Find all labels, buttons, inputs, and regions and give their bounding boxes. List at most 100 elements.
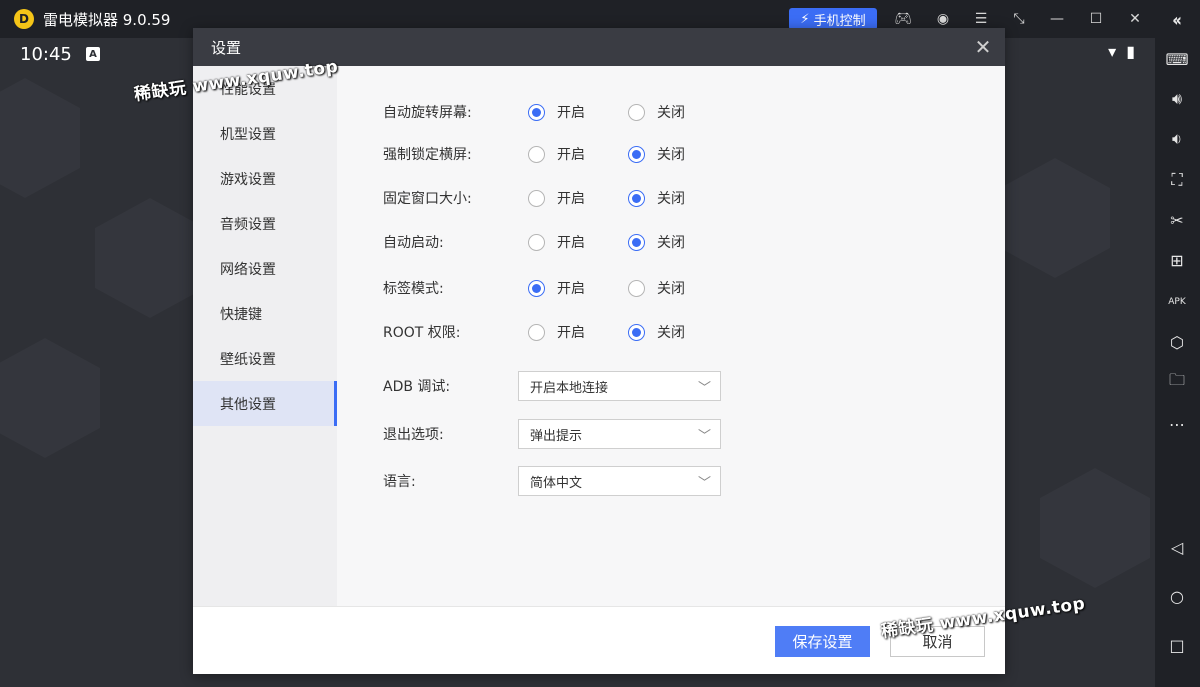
radio-off[interactable]: 关闭 xyxy=(628,232,728,252)
minimize-icon[interactable]: — xyxy=(1046,8,1068,30)
select-label: 退出选项: xyxy=(383,427,444,443)
radio-button[interactable] xyxy=(628,323,645,341)
radio-button[interactable] xyxy=(528,279,545,297)
radio-button[interactable] xyxy=(628,189,645,207)
radio-label: 开启 xyxy=(557,105,585,121)
setting-row: 强制锁定横屏: 开启 关闭 xyxy=(383,144,728,164)
radio-button[interactable] xyxy=(528,323,545,341)
radio-label: 开启 xyxy=(557,281,585,297)
scissors-icon[interactable]: ✂ xyxy=(1165,208,1189,232)
status-time: 10:45 xyxy=(20,44,72,65)
maximize-icon[interactable]: ☐ xyxy=(1085,8,1107,30)
user-icon[interactable]: ◉ xyxy=(932,8,954,30)
nav-label: 机型设置 xyxy=(220,126,276,143)
setting-row: 标签模式: 开启 关闭 xyxy=(383,278,728,298)
back-icon[interactable]: ◁ xyxy=(1165,535,1189,559)
radio-label: 开启 xyxy=(557,325,585,341)
nav-label: 其他设置 xyxy=(220,396,276,413)
radio-button[interactable] xyxy=(628,145,645,163)
folder-icon[interactable]: 🗀 xyxy=(1165,370,1189,394)
radio-label: 开启 xyxy=(557,191,585,207)
add-window-icon[interactable]: ⊞ xyxy=(1165,248,1189,272)
nav-item-other[interactable]: 其他设置 xyxy=(193,381,337,426)
radio-off[interactable]: 关闭 xyxy=(628,144,728,164)
app-title: 雷电模拟器 9.0.59 xyxy=(43,10,171,29)
lightning-icon: ⚡ xyxy=(800,11,810,27)
save-settings-button[interactable]: 保存设置 xyxy=(775,626,870,657)
radio-button[interactable] xyxy=(628,233,645,251)
setting-row: ROOT 权限: 开启 关闭 xyxy=(383,322,728,342)
radio-off[interactable]: 关闭 xyxy=(628,278,728,298)
home-icon[interactable]: ○ xyxy=(1165,584,1189,608)
gamepad-icon[interactable]: 🎮︎ xyxy=(892,8,914,30)
volume-down-icon[interactable]: 🔉︎ xyxy=(1165,127,1189,151)
close-icon[interactable]: ✕ xyxy=(971,35,995,59)
select-value: 弹出提示 xyxy=(530,428,583,444)
settings-content: 自动旋转屏幕: 开启 关闭 强制锁定横屏: 开启 关闭 固定窗口大小: 开启 关闭 自动启动: 开启… xyxy=(337,66,1005,606)
bg-hexagon xyxy=(0,338,100,458)
phone-control-button[interactable]: ⚡ 手机控制 xyxy=(789,8,877,30)
notification-icon: A xyxy=(86,47,100,61)
dropdown-select[interactable]: 弹出提示 ﹀ xyxy=(518,419,721,449)
radio-off[interactable]: 关闭 xyxy=(628,322,728,342)
radio-on[interactable]: 开启 xyxy=(528,188,628,208)
dropdown-select[interactable]: 简体中文 ﹀ xyxy=(518,466,721,496)
bg-hexagon xyxy=(0,78,80,198)
chevron-down-icon: ﹀ xyxy=(697,476,711,491)
radio-off[interactable]: 关闭 xyxy=(628,102,728,122)
bg-hexagon xyxy=(1000,158,1110,278)
radio-off[interactable]: 关闭 xyxy=(628,188,728,208)
setting-label: 自动启动: xyxy=(383,235,444,251)
radio-on[interactable]: 开启 xyxy=(528,102,628,122)
radio-on[interactable]: 开启 xyxy=(528,232,628,252)
select-label: ADB 调试: xyxy=(383,379,451,395)
select-row: ADB 调试: 开启本地连接 ﹀ xyxy=(383,371,721,401)
select-value: 开启本地连接 xyxy=(530,380,609,396)
radio-button[interactable] xyxy=(528,233,545,251)
chevron-down-icon: ﹀ xyxy=(697,381,711,396)
nav-item-audio[interactable]: 音频设置 xyxy=(193,201,337,246)
nav-item-shortcuts[interactable]: 快捷键 xyxy=(193,291,337,336)
nav-label: 壁纸设置 xyxy=(220,351,276,368)
radio-label: 关闭 xyxy=(657,105,685,121)
radio-label: 关闭 xyxy=(657,281,685,297)
radio-label: 开启 xyxy=(557,235,585,251)
nav-item-network[interactable]: 网络设置 xyxy=(193,246,337,291)
radio-label: 关闭 xyxy=(657,325,685,341)
volume-up-icon[interactable]: 🔊︎ xyxy=(1165,87,1189,111)
close-icon[interactable]: ✕ xyxy=(1124,8,1146,30)
right-toolbar: « ⌨ 🔊︎ 🔉︎ ⛶ ✂ ⊞ APK ⬡ 🗀 ⋯ ◁ ○ □ xyxy=(1155,11,1200,687)
nav-label: 音频设置 xyxy=(220,216,276,233)
collapse-sidebar-icon[interactable]: « xyxy=(1165,7,1189,31)
setting-label: 固定窗口大小: xyxy=(383,191,472,207)
nav-label: 网络设置 xyxy=(220,261,276,278)
setting-label: 自动旋转屏幕: xyxy=(383,105,472,121)
nav-label: 快捷键 xyxy=(220,306,262,323)
radio-on[interactable]: 开启 xyxy=(528,278,628,298)
setting-label: ROOT 权限: xyxy=(383,325,461,341)
fullscreen-icon[interactable]: ⛶ xyxy=(1165,168,1189,192)
radio-button[interactable] xyxy=(528,103,545,121)
apk-icon[interactable]: APK xyxy=(1165,290,1189,314)
phone-control-label: 手机控制 xyxy=(813,13,866,29)
radio-button[interactable] xyxy=(528,145,545,163)
nav-item-wallpaper[interactable]: 壁纸设置 xyxy=(193,336,337,381)
radio-label: 关闭 xyxy=(657,191,685,207)
keyboard-icon[interactable]: ⌨ xyxy=(1165,47,1189,71)
bg-hexagon xyxy=(1040,468,1150,588)
radio-button[interactable] xyxy=(628,279,645,297)
nav-item-game[interactable]: 游戏设置 xyxy=(193,156,337,201)
settings-dialog: 设置 ✕ 性能设置 机型设置 游戏设置 音频设置 网络设置 快捷键 壁纸设置 其… xyxy=(193,28,1005,674)
radio-label: 关闭 xyxy=(657,147,685,163)
radio-button[interactable] xyxy=(628,103,645,121)
resize-icon[interactable]: ⤡ xyxy=(1008,8,1030,30)
radio-button[interactable] xyxy=(528,189,545,207)
settings-hex-icon[interactable]: ⬡ xyxy=(1165,330,1189,354)
dropdown-select[interactable]: 开启本地连接 ﹀ xyxy=(518,371,721,401)
recents-icon[interactable]: □ xyxy=(1165,633,1189,657)
radio-on[interactable]: 开启 xyxy=(528,144,628,164)
radio-on[interactable]: 开启 xyxy=(528,322,628,342)
more-icon[interactable]: ⋯ xyxy=(1165,412,1189,436)
menu-icon[interactable]: ☰ xyxy=(970,8,992,30)
nav-item-model[interactable]: 机型设置 xyxy=(193,111,337,156)
